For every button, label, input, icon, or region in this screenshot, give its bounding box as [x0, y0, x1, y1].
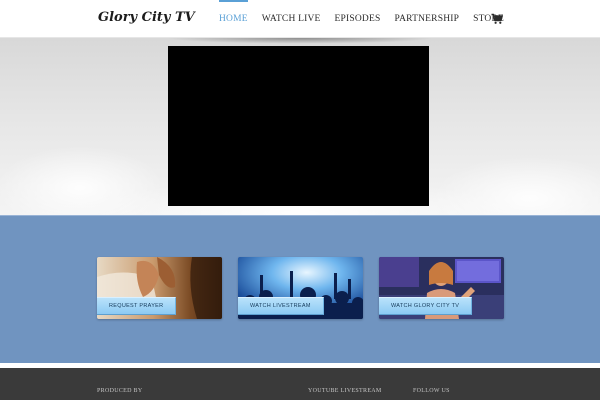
- watch-glory-city-tv-button[interactable]: WATCH GLORY CITY TV: [379, 297, 473, 315]
- cta-band: REQUEST PRAYER WATCH LIVESTREAM WATCH GL…: [0, 215, 600, 363]
- site-logo[interactable]: Glory City TV: [98, 10, 195, 25]
- main-nav: HOME WATCH LIVE EPISODES PARTNERSHIP STO…: [212, 0, 511, 38]
- card-request-prayer[interactable]: REQUEST PRAYER: [97, 257, 222, 319]
- shopping-cart-icon[interactable]: [491, 12, 503, 24]
- watch-livestream-button[interactable]: WATCH LIVESTREAM: [238, 297, 324, 315]
- site-header: Glory City TV HOME WATCH LIVE EPISODES P…: [0, 0, 600, 38]
- header-shadow: [110, 38, 490, 46]
- card-watch-livestream[interactable]: WATCH LIVESTREAM: [238, 257, 363, 319]
- nav-home[interactable]: HOME: [212, 0, 255, 38]
- nav-store[interactable]: STORE: [466, 0, 511, 38]
- footer-produced-by: PRODUCED BY: [97, 388, 143, 394]
- footer-follow-us: FOLLOW US: [413, 388, 450, 394]
- card-watch-glory-city-tv[interactable]: WATCH GLORY CITY TV: [379, 257, 504, 319]
- nav-episodes[interactable]: EPISODES: [328, 0, 388, 38]
- request-prayer-button[interactable]: REQUEST PRAYER: [97, 297, 177, 315]
- nav-watch-live[interactable]: WATCH LIVE: [255, 0, 328, 38]
- site-footer: PRODUCED BY YOUTUBE LIVESTREAM FOLLOW US: [0, 368, 600, 400]
- video-player[interactable]: [168, 46, 429, 206]
- footer-youtube-livestream[interactable]: YOUTUBE LIVESTREAM: [308, 388, 382, 394]
- nav-partnership[interactable]: PARTNERSHIP: [387, 0, 466, 38]
- hero-section: [0, 38, 600, 215]
